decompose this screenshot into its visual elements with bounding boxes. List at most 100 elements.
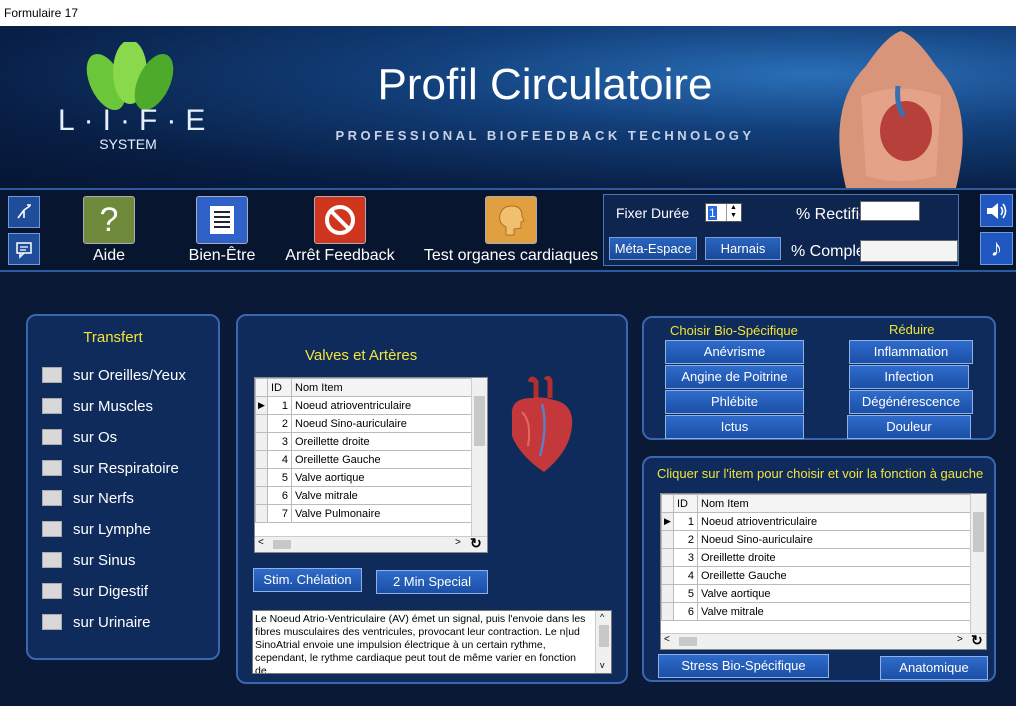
meta-espace-button[interactable]: Méta-Espace [609,237,697,260]
transfert-item[interactable]: sur Muscles [42,396,153,416]
table-row[interactable]: 6 Valve mitrale [255,486,487,505]
transfert-item[interactable]: sur Os [42,427,117,447]
transfert-item-label: sur Nerfs [73,489,134,507]
row-pointer-icon: ▶ [255,396,268,415]
row-name: Oreillette droite [291,432,487,451]
table-row[interactable]: 5 Valve aortique [255,468,487,487]
transfert-item[interactable]: sur Urinaire [42,612,151,632]
horizontal-scrollbar[interactable]: < > ↻ [255,535,487,552]
row-name: Valve mitrale [291,486,487,505]
speaker-icon [986,202,1006,219]
transfert-item-label: sur Respiratoire [73,459,179,477]
scroll-thumb[interactable] [679,637,697,646]
row-id: 3 [267,432,292,451]
transfert-item-label: sur Lymphe [73,520,151,538]
table-row[interactable]: 4 Oreillette Gauche [661,566,986,585]
vertical-scrollbar[interactable] [970,494,986,633]
table-row[interactable]: 4 Oreillette Gauche [255,450,487,469]
table-row[interactable]: 3 Oreillette droite [661,548,986,567]
row-name: Valve mitrale [697,602,986,621]
checkbox[interactable] [42,367,62,383]
checkbox[interactable] [42,398,62,414]
aide-label: Aide [92,247,126,264]
signal-button[interactable] [8,196,40,228]
table-row[interactable]: 7 Valve Pulmonaire [255,504,487,523]
checkbox[interactable] [42,490,62,506]
scroll-left-icon[interactable]: < [664,634,670,645]
table-row[interactable]: 5 Valve aortique [661,584,986,603]
ictus-button[interactable]: Ictus [665,415,804,439]
music-note-icon: ♪ [990,234,1003,262]
scroll-right-icon[interactable]: > [455,537,461,548]
anatomique-button[interactable]: Anatomique [880,656,988,680]
table-row[interactable]: 2 Noeud Sino-auriculaire [255,414,487,433]
pct-complet-field [860,240,958,262]
stim-chelation-button[interactable]: Stim. Chélation [253,568,362,592]
col-name-header: Nom Item [697,494,986,513]
table-row[interactable]: 2 Noeud Sino-auriculaire [661,530,986,549]
music-button[interactable]: ♪ [980,232,1013,265]
horizontal-scrollbar[interactable]: < > ↻ [661,632,986,649]
item-grid[interactable]: ID Nom Item ▶ 1 Noeud atrioventriculaire 2N… [660,493,987,650]
scroll-left-icon[interactable]: < [258,537,264,548]
transfert-item[interactable]: sur Oreilles/Yeux [42,365,186,385]
transfert-item[interactable]: sur Nerfs [42,488,134,508]
stress-bio-specifique-button[interactable]: Stress Bio-Spécifique [658,654,829,678]
bien-etre-button[interactable]: Bien-Être [186,196,258,265]
checkbox[interactable] [42,614,62,630]
row-pointer-icon: ▶ [661,512,674,531]
description-scrollbar[interactable]: ^ v [595,611,611,673]
spinner-arrows-icon[interactable]: ▲ ▼ [726,204,740,221]
refresh-icon[interactable]: ↻ [470,535,482,552]
transfert-item[interactable]: sur Sinus [42,550,136,570]
two-min-special-button[interactable]: 2 Min Special [376,570,488,594]
table-row[interactable]: 3 Oreillette droite [255,432,487,451]
scroll-down-icon[interactable]: v [600,659,605,672]
row-id: 4 [673,566,698,585]
infection-button[interactable]: Infection [849,365,969,389]
checkbox[interactable] [42,460,62,476]
valves-grid[interactable]: ID Nom Item ▶ 1 Noeud atrioventriculaire 2N… [254,377,488,553]
transfert-item[interactable]: sur Lymphe [42,519,151,539]
scroll-up-icon[interactable]: ^ [600,611,604,624]
phlebite-button[interactable]: Phlébite [665,390,804,414]
chat-button[interactable] [8,233,40,265]
harnais-button[interactable]: Harnais [705,237,781,260]
vertical-scrollbar[interactable] [471,378,487,536]
angine-button[interactable]: Angine de Poitrine [665,365,804,389]
table-row[interactable]: 6 Valve mitrale [661,602,986,621]
row-id: 3 [673,548,698,567]
test-organes-button[interactable]: Test organes cardiaques [422,196,600,265]
choisir-bio-title: Choisir Bio-Spécifique [670,323,798,338]
row-id: 1 [673,512,698,531]
table-row[interactable]: ▶ 1 Noeud atrioventriculaire [255,396,487,415]
row-id: 5 [267,468,292,487]
checkbox[interactable] [42,552,62,568]
transfert-item[interactable]: sur Respiratoire [42,458,179,478]
transfert-item-label: sur Digestif [73,582,149,600]
duree-spinner[interactable]: 1 ▲ ▼ [705,203,742,222]
scroll-thumb[interactable] [599,625,609,647]
window-titlebar: Formulaire 17 [0,0,1016,26]
scroll-right-icon[interactable]: > [957,634,963,645]
table-row[interactable]: ▶ 1 Noeud atrioventriculaire [661,512,986,531]
document-icon [196,196,248,244]
checkbox[interactable] [42,521,62,537]
col-name-header: Nom Item [291,378,487,397]
douleur-button[interactable]: Douleur [847,415,971,439]
aide-button[interactable]: ? Aide [78,196,140,265]
inflammation-button[interactable]: Inflammation [849,340,973,364]
checkbox[interactable] [42,583,62,599]
transfert-item[interactable]: sur Digestif [42,581,148,601]
arret-feedback-button[interactable]: Arrêt Feedback [282,196,398,265]
test-organes-label: Test organes cardiaques [423,247,599,264]
volume-button[interactable] [980,194,1013,227]
scroll-thumb[interactable] [474,396,485,446]
degenerescence-button[interactable]: Dégénérescence [849,390,973,414]
anevrisme-button[interactable]: Anévrisme [665,340,804,364]
checkbox[interactable] [42,429,62,445]
scroll-thumb[interactable] [273,540,291,549]
row-name: Oreillette droite [697,548,986,567]
scroll-thumb[interactable] [973,512,984,552]
refresh-icon[interactable]: ↻ [971,632,983,649]
